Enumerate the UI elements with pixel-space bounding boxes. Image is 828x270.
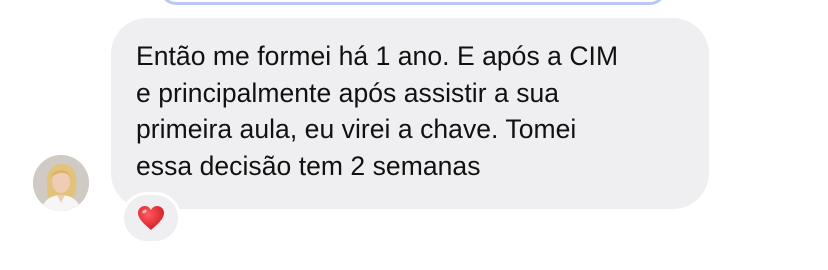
message-line: e principalmente após assistir a sua — [136, 77, 560, 108]
sender-avatar[interactable] — [33, 155, 89, 211]
message-line: Então me formei há 1 ano. E após a CIM — [136, 41, 619, 71]
message-line: essa decisão tem 2 semanas — [136, 150, 481, 181]
message-text: Então me formei há 1 ano. E após a CIM e… — [136, 38, 696, 184]
previous-message-bubble[interactable] — [160, 0, 666, 5]
reaction-badge[interactable] — [121, 192, 181, 244]
avatar-photo — [33, 155, 89, 211]
message-line: primeira aula, eu virei a chave. Tomei — [136, 114, 577, 144]
heart-icon — [138, 206, 164, 230]
